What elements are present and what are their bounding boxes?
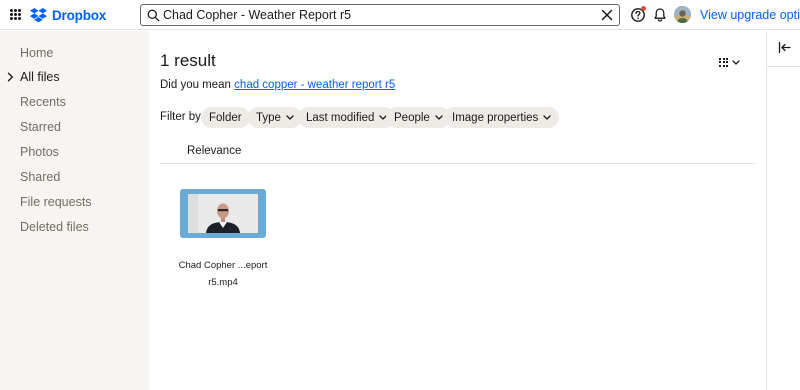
notification-dot — [641, 6, 646, 11]
filter-folder-chip[interactable]: Folder — [201, 107, 250, 128]
sidebar-item-label: Shared — [20, 170, 61, 184]
file-name-continued: r5.mp4 — [208, 277, 238, 288]
search-input[interactable] — [163, 6, 593, 24]
search-bar[interactable] — [140, 4, 620, 26]
sidebar-item-label: Photos — [20, 145, 59, 159]
search-icon — [147, 9, 160, 22]
page-title: 1 result — [160, 51, 216, 70]
file-tile[interactable]: Chad Copher ...eport r5.mp4 — [179, 188, 267, 308]
sidebar: Home All files Recents Starred Photos Sh… — [0, 31, 149, 390]
chevron-down-icon — [732, 59, 740, 65]
sidebar-item-label: Starred — [20, 120, 61, 134]
filter-chip-label: Image properties — [452, 111, 539, 124]
sidebar-item-label: All files — [20, 70, 60, 84]
did-you-mean-suggestion-link[interactable]: chad copper - weather report r5 — [234, 79, 395, 91]
sidebar-item-all-files[interactable]: All files — [0, 66, 149, 88]
sidebar-item-shared[interactable]: Shared — [0, 166, 149, 188]
filter-chip-label: People — [394, 111, 430, 124]
sidebar-item-home[interactable]: Home — [0, 42, 149, 64]
sidebar-item-label: File requests — [20, 195, 92, 209]
filter-people-chip[interactable]: People — [386, 107, 451, 128]
video-preview-image — [188, 194, 258, 233]
top-bar: Dropbox View upgrade options — [0, 0, 800, 30]
did-you-mean-prefix: Did you mean — [160, 79, 231, 91]
file-thumbnail — [180, 189, 266, 238]
brand-name: Dropbox — [52, 7, 107, 23]
clear-icon[interactable] — [601, 9, 613, 21]
filter-chip-label: Last modified — [306, 111, 375, 124]
filter-image-properties-chip[interactable]: Image properties — [444, 107, 560, 128]
sort-relevance-button[interactable]: Relevance — [187, 145, 241, 157]
filter-type-chip[interactable]: Type — [248, 107, 302, 128]
view-options-button[interactable] — [719, 55, 743, 69]
filter-last-modified-chip[interactable]: Last modified — [298, 107, 396, 128]
chevron-down-icon — [543, 115, 551, 120]
sidebar-item-label: Home — [20, 46, 54, 60]
did-you-mean: Did you mean chad copper - weather repor… — [160, 79, 395, 91]
sidebar-item-photos[interactable]: Photos — [0, 141, 149, 163]
dropbox-logo[interactable]: Dropbox — [30, 7, 106, 23]
grid-view-icon — [719, 57, 728, 67]
view-upgrade-options-link[interactable]: View upgrade options — [700, 8, 800, 22]
sidebar-item-starred[interactable]: Starred — [0, 116, 149, 138]
filter-label: Filter by: — [160, 111, 205, 123]
sidebar-item-deleted-files[interactable]: Deleted files — [0, 216, 149, 238]
file-name: Chad Copher ...eport — [178, 260, 268, 271]
apps-grid-icon[interactable] — [10, 9, 21, 20]
details-panel — [766, 31, 800, 390]
filter-chip-label: Folder — [209, 111, 242, 124]
panel-expand-icon[interactable] — [778, 41, 791, 54]
main-content: 1 result Did you mean chad copper - weat… — [149, 31, 766, 390]
chevron-down-icon — [286, 115, 294, 120]
bell-icon[interactable] — [653, 7, 667, 23]
divider — [767, 66, 800, 67]
avatar[interactable] — [674, 6, 691, 23]
sidebar-item-recents[interactable]: Recents — [0, 91, 149, 113]
dropbox-logo-icon — [30, 7, 47, 22]
divider — [160, 163, 755, 164]
chevron-right-icon[interactable] — [7, 72, 14, 82]
filter-chip-label: Type — [256, 111, 281, 124]
sidebar-item-label: Deleted files — [20, 220, 89, 234]
chevron-down-icon — [435, 115, 443, 120]
sidebar-item-file-requests[interactable]: File requests — [0, 191, 149, 213]
sidebar-item-label: Recents — [20, 95, 66, 109]
